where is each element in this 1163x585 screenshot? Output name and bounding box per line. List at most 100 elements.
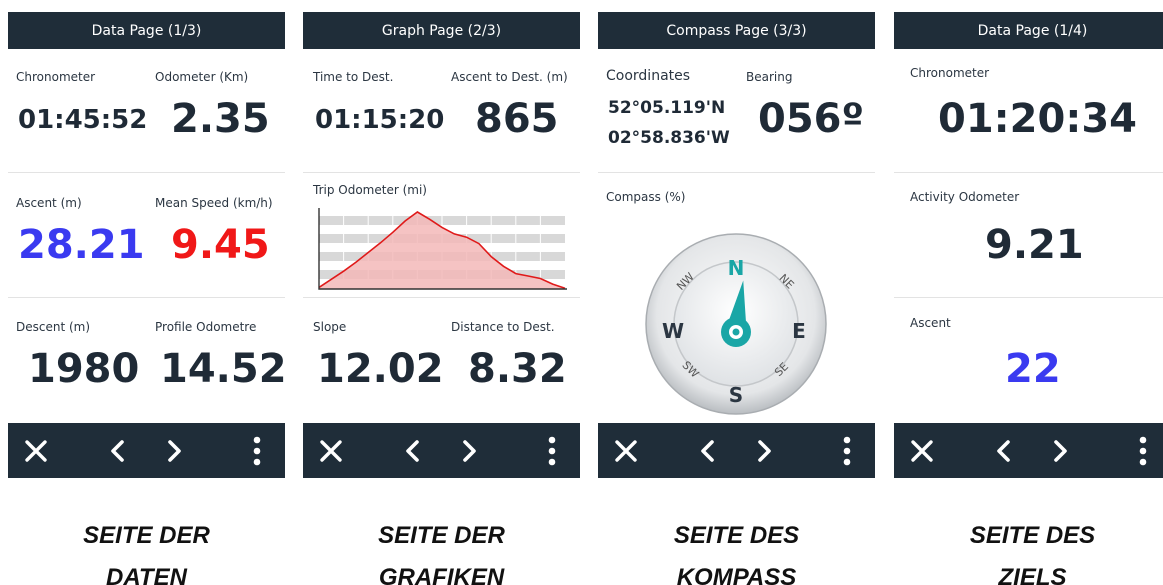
previous-button[interactable]: [984, 423, 1024, 478]
more-vertical-icon: [548, 436, 556, 465]
ascent-value: 22: [1005, 346, 1061, 392]
slope-value: 12.02: [317, 346, 444, 392]
caption-compass-page: SEITE DES KOMPASS: [598, 515, 875, 585]
chronometer-value: 01:20:34: [938, 96, 1137, 142]
caption-line: SEITE DER: [378, 522, 505, 549]
more-options-button[interactable]: [827, 423, 867, 478]
field-label: Activity Odometer: [910, 190, 1020, 204]
close-icon: [615, 439, 637, 462]
caption-line: GRAFIKEN: [378, 564, 505, 585]
close-button[interactable]: [16, 423, 56, 478]
more-vertical-icon: [253, 436, 261, 465]
ascent-value: 28.21: [18, 222, 145, 268]
field-label: Chronometer: [16, 70, 96, 84]
next-button[interactable]: [154, 423, 194, 478]
coordinates-label: Coordinates: [606, 68, 691, 84]
next-button[interactable]: [1040, 423, 1080, 478]
longitude-value: 02°58.836'W: [608, 128, 730, 148]
more-vertical-icon: [1139, 436, 1147, 465]
caption-line: ZIELS: [998, 564, 1067, 585]
compass-west-label: W: [662, 319, 684, 343]
chevron-right-icon: [1054, 439, 1067, 462]
chevron-right-icon: [463, 439, 476, 462]
divider: [598, 172, 875, 173]
field-label: Profile Odometre: [155, 320, 257, 334]
screen-data-page-4: Data Page (1/4) Chronometer 01:20:34 Act…: [894, 12, 1163, 478]
close-button[interactable]: [311, 423, 351, 478]
profile-odometre-value: 14.52: [160, 346, 287, 392]
divider: [303, 297, 580, 298]
time-to-dest-value: 01:15:20: [315, 105, 445, 135]
chevron-left-icon: [406, 439, 419, 462]
divider: [894, 297, 1163, 298]
next-button[interactable]: [744, 423, 784, 478]
screen-data-page-1: Data Page (1/3) Chronometer 01:45:52 Odo…: [8, 12, 287, 478]
caption-line: SEITE DES: [673, 522, 800, 549]
page-title: Compass Page (3/3): [598, 12, 875, 49]
screen-compass-page: Compass Page (3/3) Coordinates 52°05.119…: [598, 12, 875, 478]
divider: [894, 172, 1163, 173]
activity-odometer-value: 9.21: [985, 222, 1084, 268]
close-button[interactable]: [606, 423, 646, 478]
bearing-label: Bearing: [746, 70, 793, 84]
caption-line: KOMPASS: [676, 564, 797, 585]
caption-data-page: SEITE DER DATEN: [8, 515, 285, 585]
odometer-value: 2.35: [171, 96, 270, 142]
caption-destination-page: SEITE DES ZIELS: [894, 515, 1163, 585]
more-options-button[interactable]: [532, 423, 572, 478]
distance-to-dest-value: 8.32: [468, 346, 567, 392]
field-label: Ascent: [910, 316, 951, 330]
bottom-toolbar: [894, 423, 1163, 478]
chronometer-value: 01:45:52: [18, 105, 148, 135]
more-options-button[interactable]: [237, 423, 277, 478]
caption-graph-page: SEITE DER GRAFIKEN: [303, 515, 580, 585]
more-vertical-icon: [843, 436, 851, 465]
caption-line: DATEN: [106, 564, 187, 585]
chevron-right-icon: [168, 439, 181, 462]
bearing-value: 056º: [758, 96, 865, 142]
compass-north-label: N: [728, 256, 745, 280]
descent-value: 1980: [28, 346, 140, 392]
compass-dial: N E S W NE NW SE SW: [645, 233, 827, 415]
chevron-left-icon: [701, 439, 714, 462]
page-title: Data Page (1/4): [894, 12, 1163, 49]
mean-speed-value: 9.45: [171, 222, 270, 268]
screen-graph-page: Graph Page (2/3) Time to Dest. 01:15:20 …: [303, 12, 580, 478]
trip-odometer-graph: [318, 208, 567, 290]
bottom-toolbar: [598, 423, 875, 478]
next-button[interactable]: [449, 423, 489, 478]
page-title: Data Page (1/3): [8, 12, 285, 49]
close-icon: [25, 439, 47, 462]
compass-south-label: S: [729, 383, 743, 407]
divider: [303, 172, 580, 173]
previous-button[interactable]: [98, 423, 138, 478]
field-label: Distance to Dest.: [451, 320, 555, 334]
bottom-toolbar: [8, 423, 285, 478]
field-label: Mean Speed (km/h): [155, 196, 273, 210]
chevron-left-icon: [997, 439, 1010, 462]
page-title: Graph Page (2/3): [303, 12, 580, 49]
previous-button[interactable]: [688, 423, 728, 478]
close-button[interactable]: [902, 423, 942, 478]
caption-line: SEITE DES: [969, 522, 1096, 549]
divider: [8, 172, 285, 173]
field-label: Descent (m): [16, 320, 91, 334]
compass-label: Compass (%): [606, 190, 686, 204]
compass-east-label: E: [792, 319, 806, 343]
field-label: Ascent to Dest. (m): [451, 70, 568, 84]
previous-button[interactable]: [393, 423, 433, 478]
bottom-toolbar: [303, 423, 580, 478]
close-icon: [911, 439, 933, 462]
ascent-to-dest-value: 865: [475, 96, 559, 142]
field-label: Time to Dest.: [313, 70, 394, 84]
caption-line: SEITE DER: [83, 522, 210, 549]
chevron-left-icon: [111, 439, 124, 462]
latitude-value: 52°05.119'N: [608, 98, 726, 118]
field-label: Slope: [313, 320, 347, 334]
chevron-right-icon: [758, 439, 771, 462]
divider: [8, 297, 285, 298]
field-label: Chronometer: [910, 66, 990, 80]
close-icon: [320, 439, 342, 462]
more-options-button[interactable]: [1123, 423, 1163, 478]
field-label: Ascent (m): [16, 196, 82, 210]
